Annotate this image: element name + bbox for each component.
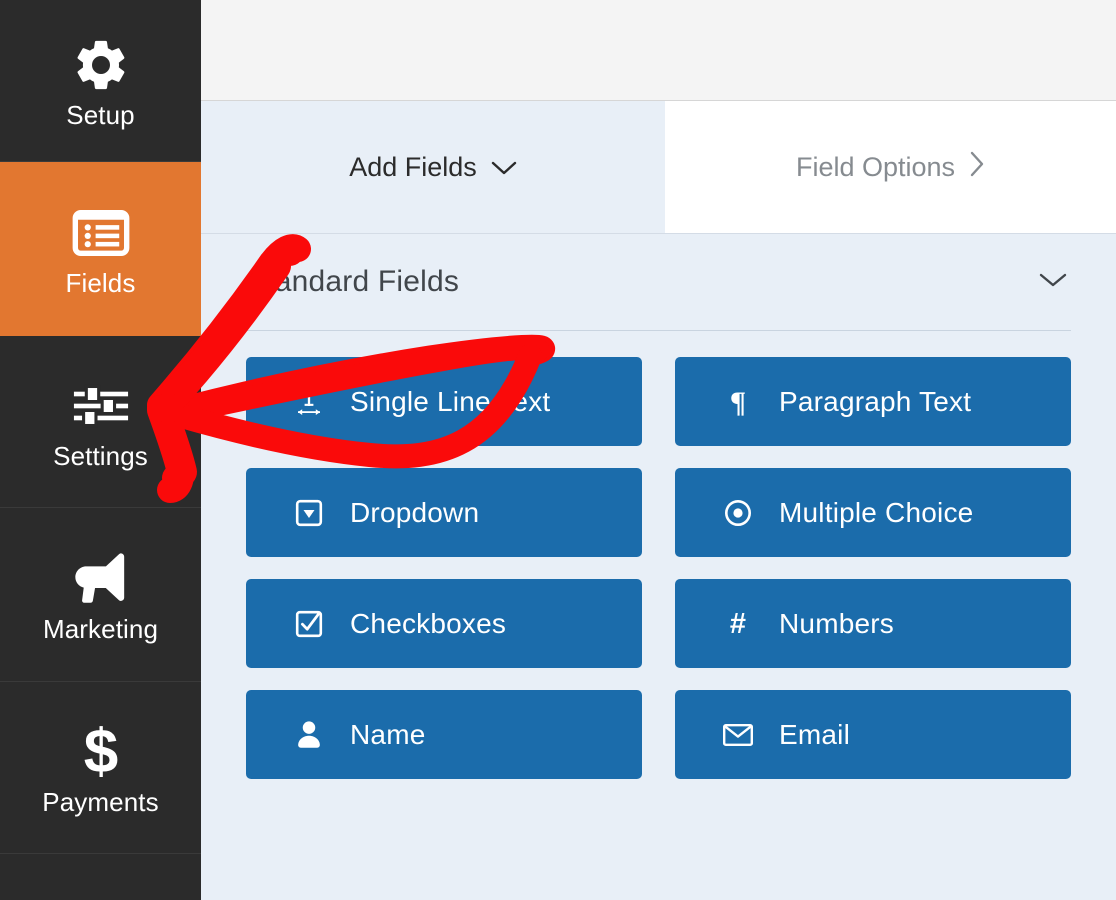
sidebar-item-label: Fields (65, 267, 136, 298)
gear-icon (71, 34, 131, 96)
tab-add-fields[interactable]: Add Fields (201, 101, 665, 233)
field-button-single-line-text[interactable]: Single Line Text (246, 357, 642, 446)
field-button-label: Checkboxes (350, 607, 507, 639)
sidebar-item-settings[interactable]: Settings (0, 336, 201, 508)
field-button-name[interactable]: Name (246, 690, 642, 779)
sidebar-filler (0, 854, 201, 900)
tab-field-options[interactable]: Field Options (665, 101, 1116, 233)
field-button-label: Email (779, 718, 851, 750)
sidebar-item-label: Payments (42, 786, 159, 817)
sidebar-item-setup[interactable]: Setup (0, 0, 201, 162)
field-button-email[interactable]: Email (675, 690, 1071, 779)
tab-field-options-label: Field Options (795, 151, 956, 182)
chevron-down-icon (491, 152, 517, 183)
svg-text:$: $ (83, 721, 117, 783)
field-button-dropdown[interactable]: Dropdown (246, 468, 642, 557)
caret-square-down-icon (292, 498, 326, 528)
field-button-checkboxes[interactable]: Checkboxes (246, 579, 642, 668)
builder-tabs: Add Fields Field Options (201, 101, 1116, 234)
envelope-icon (721, 722, 755, 748)
builder-main: Add Fields Field Options Standard Fields… (201, 0, 1116, 900)
form-builder-screen: Setup Fields Settings Marketing $ Paymen… (0, 0, 1116, 900)
svg-text:#: # (730, 608, 746, 640)
sidebar-item-label: Settings (53, 440, 148, 471)
list-icon (72, 202, 130, 264)
field-button-label: Multiple Choice (779, 496, 974, 528)
field-button-multiple-choice[interactable]: Multiple Choice (675, 468, 1071, 557)
field-button-label: Paragraph Text (779, 385, 972, 417)
field-button-paragraph-text[interactable]: ¶ Paragraph Text (675, 357, 1071, 446)
sidebar-item-payments[interactable]: $ Payments (0, 682, 201, 854)
sidebar-item-label: Setup (66, 99, 135, 130)
builder-sidebar: Setup Fields Settings Marketing $ Paymen… (0, 0, 201, 900)
dollar-icon: $ (80, 721, 122, 783)
check-square-icon (292, 609, 326, 639)
radio-dot-circle-icon (721, 498, 755, 528)
field-button-label: Single Line Text (350, 385, 551, 417)
svg-text:¶: ¶ (730, 386, 746, 418)
megaphone-icon (70, 548, 132, 610)
field-button-label: Name (350, 718, 426, 750)
field-button-label: Dropdown (350, 496, 480, 528)
sidebar-item-label: Marketing (42, 613, 159, 644)
hashtag-icon: # (721, 608, 755, 640)
section-title: Standard Fields (246, 265, 460, 298)
sliders-icon (72, 375, 130, 437)
tab-add-fields-label: Add Fields (349, 151, 477, 182)
user-icon (292, 720, 326, 750)
field-button-numbers[interactable]: # Numbers (675, 579, 1071, 668)
sidebar-item-marketing[interactable]: Marketing (0, 508, 201, 682)
standard-fields-header[interactable]: Standard Fields (237, 234, 1080, 330)
text-width-icon (292, 386, 326, 418)
sidebar-item-fields[interactable]: Fields (0, 162, 201, 336)
field-button-grid: Single Line Text ¶ Paragraph Text Dropdo… (237, 331, 1080, 779)
builder-topbar (201, 0, 1116, 101)
pilcrow-icon: ¶ (721, 386, 755, 418)
chevron-right-icon (969, 151, 985, 184)
chevron-down-icon[interactable] (1038, 271, 1068, 294)
add-fields-panel: Standard Fields Single Line Text ¶ Parag… (201, 234, 1116, 900)
field-button-label: Numbers (779, 607, 894, 639)
